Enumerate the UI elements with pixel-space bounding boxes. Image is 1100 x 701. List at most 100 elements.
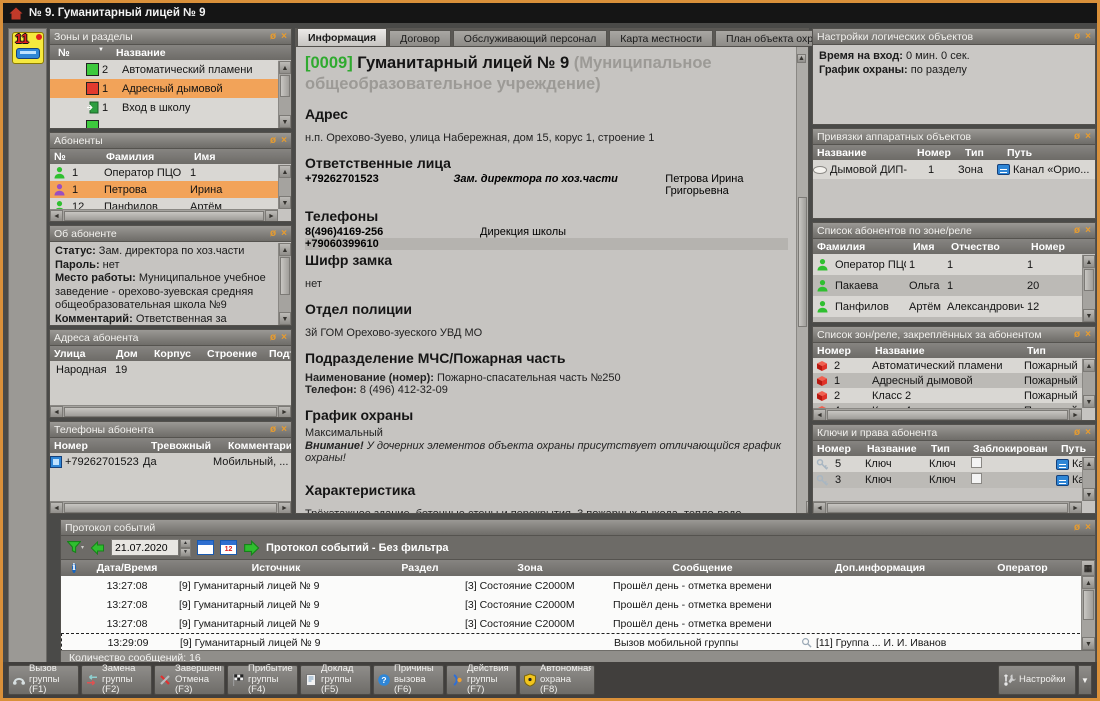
column-header[interactable]: Доп.информация — [800, 562, 960, 574]
scroll-thumb[interactable] — [280, 75, 290, 97]
hardware-row[interactable]: Дымовой ДИП-34 1 Зона Канал «Орио... — [813, 160, 1095, 179]
column-header[interactable]: Подъ — [265, 348, 291, 360]
column-header[interactable]: Тревожный — [147, 440, 224, 452]
column-header[interactable]: №▼ — [50, 47, 112, 59]
scroll-right-icon[interactable]: ► — [1069, 409, 1082, 421]
horizontal-scrollbar[interactable]: ◄ ► — [50, 501, 291, 513]
zone-abonent-row-partial[interactable]: Петрова Ирина Григорьевна 1 — [813, 317, 1082, 322]
address-row[interactable]: Народная 19 — [50, 361, 291, 378]
scroll-thumb[interactable] — [64, 211, 264, 221]
abonent-row[interactable]: 1 Оператор ПЦО 1 — [50, 164, 278, 181]
scroll-down-icon[interactable]: ▼ — [1083, 488, 1095, 501]
prev-day-icon[interactable] — [90, 541, 105, 555]
close-icon[interactable]: × — [281, 133, 287, 149]
column-header[interactable]: Оператор — [960, 562, 1085, 574]
calendar-icon[interactable] — [197, 540, 214, 555]
scroll-up-icon[interactable]: ▲ — [279, 165, 291, 178]
blocked-checkbox[interactable] — [971, 473, 982, 484]
abonent-zone-row[interactable]: 1 Адресный дымовой Пожарный — [813, 373, 1082, 388]
group-actions-button[interactable]: Действиягруппы (F7) — [446, 665, 517, 695]
scroll-left-icon[interactable]: ◄ — [50, 210, 63, 222]
horizontal-scrollbar[interactable]: ◄ ► — [813, 408, 1082, 420]
scroll-up-icon[interactable]: ▲ — [1083, 255, 1095, 268]
vertical-scrollbar[interactable]: ▲ ▼ — [1082, 255, 1095, 322]
column-header[interactable]: Тип — [1023, 345, 1095, 357]
column-header[interactable]: Путь — [1057, 443, 1095, 455]
column-header[interactable]: Название — [871, 345, 1023, 357]
scroll-up-icon[interactable]: ▲ — [1083, 457, 1095, 470]
scroll-up-icon[interactable]: ▲ — [279, 61, 291, 74]
scroll-up-icon[interactable]: ▲ — [279, 243, 291, 256]
tab-service-staff[interactable]: Обслуживающий персонал — [453, 30, 608, 46]
report-group-button[interactable]: Докладгруппы (F5) — [300, 665, 371, 695]
scroll-up-icon[interactable]: ▲ — [797, 54, 806, 63]
call-group-button[interactable]: Вызовгруппы (F1) — [8, 665, 79, 695]
column-header[interactable]: Номер — [50, 440, 147, 452]
pin-icon[interactable]: ø — [270, 330, 276, 346]
scroll-left-icon[interactable]: ◄ — [50, 406, 63, 418]
zone-abonent-row[interactable]: Пакаева Ольга 1 20 — [813, 275, 1082, 296]
column-header[interactable]: Путь — [1003, 147, 1095, 159]
column-header[interactable]: Комментарий — [224, 440, 291, 452]
call-reasons-button[interactable]: ? Причинывызова (F6) — [373, 665, 444, 695]
scroll-left-icon[interactable]: ◄ — [50, 502, 63, 514]
zone-row-partial[interactable] — [50, 117, 278, 128]
calendar-today-icon[interactable]: 12 — [220, 540, 237, 555]
filter-funnel-icon[interactable]: ▾ — [67, 541, 84, 554]
column-header[interactable]: Номер — [913, 147, 961, 159]
scroll-down-icon[interactable]: ▼ — [279, 196, 291, 209]
pin-icon[interactable]: ø — [1074, 520, 1080, 536]
column-settings-icon[interactable]: ▦ — [1081, 560, 1095, 576]
scroll-down-icon[interactable]: ▼ — [1083, 395, 1095, 408]
column-header[interactable]: Тип — [927, 443, 969, 455]
zone-row-selected[interactable]: 1 Адресный дымовой — [50, 79, 278, 98]
settings-button[interactable]: Настройки — [998, 665, 1076, 695]
blocked-checkbox[interactable] — [971, 457, 982, 468]
scroll-thumb[interactable] — [1083, 590, 1094, 620]
column-header[interactable]: Дата/Время — [87, 562, 167, 574]
phone-row[interactable]: +79262701523 Да Мобильный, ... — [50, 453, 291, 470]
scroll-up-icon[interactable]: ▲ — [1082, 576, 1095, 589]
pin-icon[interactable]: ø — [270, 422, 276, 438]
vertical-scrollbar[interactable]: ▲ ▼ — [796, 47, 808, 513]
column-header[interactable]: Сообщение — [605, 562, 800, 574]
pin-icon[interactable]: ø — [1074, 29, 1080, 45]
close-icon[interactable]: × — [1085, 129, 1091, 145]
column-header[interactable]: Название — [863, 443, 927, 455]
tab-contract[interactable]: Договор — [389, 30, 451, 46]
scroll-down-icon[interactable]: ▼ — [279, 115, 291, 128]
pin-icon[interactable]: ø — [1074, 223, 1080, 239]
scroll-down-icon[interactable]: ▼ — [1083, 309, 1095, 322]
close-icon[interactable]: × — [1085, 223, 1091, 239]
key-row[interactable]: 5 Ключ Ключ Кана — [813, 456, 1082, 472]
column-header[interactable]: Зона — [455, 562, 605, 574]
horizontal-scrollbar[interactable]: ◄ ► — [813, 501, 1082, 513]
arrival-group-button[interactable]: Прибытиегруппы (F4) — [227, 665, 298, 695]
scroll-right-icon[interactable]: ► — [278, 406, 291, 418]
vertical-scrollbar[interactable]: ▲ ▼ — [1082, 359, 1095, 408]
scroll-down-icon[interactable]: ▼ — [806, 501, 809, 513]
pin-icon[interactable]: ø — [270, 226, 276, 242]
scroll-thumb[interactable] — [827, 503, 1068, 513]
finish-cancel-button[interactable]: Завершение/Отмена (F3) — [154, 665, 225, 695]
close-icon[interactable]: × — [281, 330, 287, 346]
zone-abonent-row[interactable]: Панфилов Артём Александрович 12 — [813, 296, 1082, 317]
column-header[interactable]: Раздел — [385, 562, 455, 574]
settings-dropdown-icon[interactable]: ▼ — [1078, 665, 1092, 695]
scroll-thumb[interactable] — [798, 197, 807, 327]
pin-icon[interactable]: ø — [1074, 129, 1080, 145]
autonomous-guard-button[interactable]: Автономнаяохрана (F8) — [519, 665, 595, 695]
column-header[interactable]: Название — [112, 47, 291, 59]
abonent-row[interactable]: 12 Панфилов Артём — [50, 198, 278, 209]
abonent-zone-row[interactable]: 2 Класс 2 Пожарный — [813, 388, 1082, 403]
column-header[interactable]: № — [50, 151, 102, 163]
column-header[interactable]: Номер — [813, 345, 871, 357]
scroll-left-icon[interactable]: ◄ — [813, 409, 826, 421]
scroll-up-icon[interactable]: ▲ — [1083, 359, 1095, 372]
scroll-thumb[interactable] — [1084, 269, 1094, 291]
event-row[interactable]: 13:27:08 [9] Гуманитарный лицей № 9 [3] … — [61, 595, 1095, 614]
zone-row[interactable]: 2 Автоматический пламени — [50, 60, 278, 79]
close-icon[interactable]: × — [1085, 327, 1091, 343]
zone-row[interactable]: 1 Вход в школу — [50, 98, 278, 117]
pin-icon[interactable]: ø — [270, 29, 276, 45]
